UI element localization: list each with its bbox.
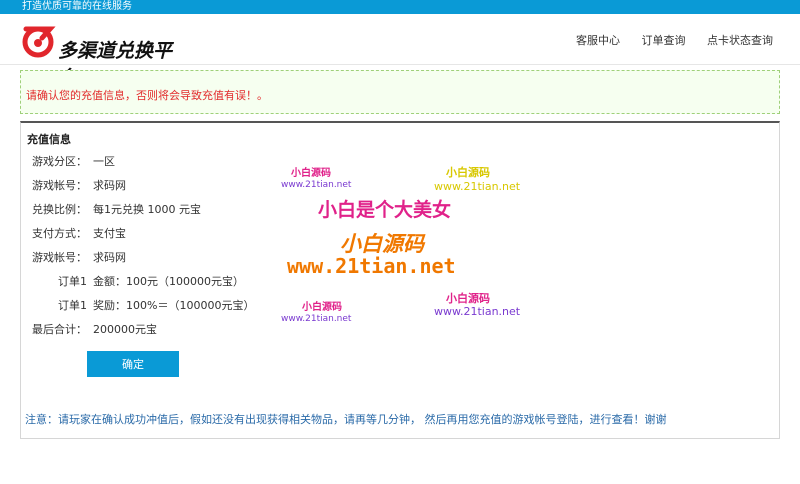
slogan: 打造优质可靠的在线服务: [22, 1, 132, 12]
watermark-small-cn-3: 小白源码: [302, 302, 342, 313]
row-label: 游戏分区：: [32, 155, 87, 168]
row-value: 求码网: [93, 179, 126, 192]
row-value: 200000元宝: [93, 323, 157, 336]
row-order-amount: 订单1 金额：100元（100000元宝）: [27, 274, 244, 290]
top-bar: 打造优质可靠的在线服务: [0, 0, 800, 14]
row-value: 奖励：100%＝（100000元宝）: [93, 299, 255, 312]
row-total: 最后合计： 200000元宝: [27, 322, 157, 338]
row-payment-method: 支付方式： 支付宝: [27, 226, 126, 242]
watermark-small-cn-2: 小白源码: [446, 166, 490, 179]
watermark-big-cn: 小白是个大美女: [318, 199, 452, 221]
row-label: 游戏帐号：: [32, 251, 87, 264]
row-value: 求码网: [93, 251, 126, 264]
row-value: 支付宝: [93, 227, 126, 240]
site-header: 多渠道兑换平台 客服中心 订单查询 点卡状态查询: [0, 14, 800, 89]
row-label: 游戏帐号：: [32, 179, 87, 192]
notice-text: 请确认您的充值信息，否则将会导致充值有误！。: [26, 89, 268, 102]
watermark-big-url: www.21tian.net: [287, 254, 456, 278]
watermark-small-url-3: www.21tian.net: [281, 314, 352, 324]
row-label: 最后合计：: [32, 323, 87, 336]
recharge-info-panel: 充值信息 游戏分区： 一区 游戏帐号： 求码网 兑换比例： 每1元兑换 1000 元宝…: [20, 121, 780, 439]
logo[interactable]: 多渠道兑换平台: [20, 22, 180, 89]
row-value: 一区: [93, 155, 115, 168]
confirm-button[interactable]: 确定: [87, 351, 179, 377]
watermark-small-url-4: www.21tian.net: [434, 305, 521, 318]
watermark-small-url-2: www.21tian.net: [434, 180, 521, 193]
row-game-account-2: 游戏帐号： 求码网: [27, 250, 126, 266]
watermark-small-cn-4: 小白源码: [446, 292, 490, 305]
row-order-bonus: 订单1 奖励：100%＝（100000元宝）: [27, 298, 254, 314]
row-game-zone: 游戏分区： 一区: [27, 154, 115, 170]
nav-order-query[interactable]: 订单查询: [642, 34, 686, 47]
row-exchange-ratio: 兑换比例： 每1元兑换 1000 元宝: [27, 202, 201, 218]
notice-footnote: 注意：请玩家在确认成功冲值后，假如还没有出现获得相关物品，请再等几分钟， 然后再…: [25, 413, 667, 426]
watermark-small-url: www.21tian.net: [281, 180, 352, 190]
main-nav: 客服中心 订单查询 点卡状态查询: [558, 32, 773, 48]
row-value: 每1元兑换 1000 元宝: [93, 203, 201, 216]
row-label: 订单1: [58, 299, 87, 312]
panel-title: 充值信息: [27, 133, 71, 146]
row-label: 订单1: [58, 275, 87, 288]
notice-box: 请确认您的充值信息，否则将会导致充值有误！。: [20, 70, 780, 114]
row-value: 金额：100元（100000元宝）: [93, 275, 244, 288]
nav-card-status-query[interactable]: 点卡状态查询: [707, 34, 773, 47]
row-label: 支付方式：: [32, 227, 87, 240]
nav-customer-service[interactable]: 客服中心: [576, 34, 620, 47]
row-game-account: 游戏帐号： 求码网: [27, 178, 126, 194]
watermark-small-cn: 小白源码: [291, 168, 331, 179]
logo-icon: [22, 26, 56, 58]
row-label: 兑换比例：: [32, 203, 87, 216]
